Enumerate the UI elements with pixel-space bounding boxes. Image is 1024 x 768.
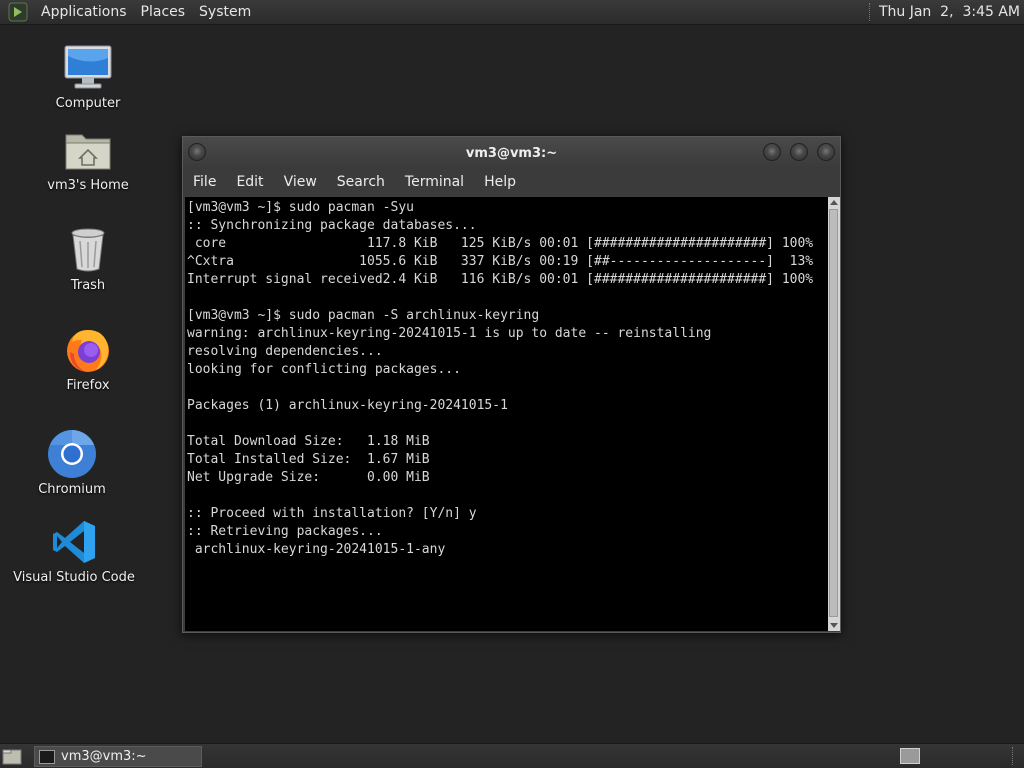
desktop-icon-trash[interactable]: Trash	[48, 226, 128, 293]
desktop-icon-label: Computer	[55, 96, 121, 111]
desktop-icon-vscode[interactable]: Visual Studio Code	[13, 518, 135, 585]
desktop-icon-firefox[interactable]: Firefox	[48, 326, 128, 393]
maximize-button[interactable]	[790, 143, 808, 161]
terminal-window[interactable]: vm3@vm3:~ File Edit View Search Terminal…	[182, 136, 841, 633]
top-panel: Applications Places System Thu Jan 2, 3:…	[0, 0, 1024, 25]
applications-menu[interactable]: Applications	[34, 4, 134, 20]
terminal-line: Net Upgrade Size: 0.00 MiB	[187, 470, 430, 485]
terminal-line: [vm3@vm3 ~]$ sudo pacman -S archlinux-ke…	[187, 308, 540, 323]
menu-file[interactable]: File	[183, 174, 226, 190]
minimize-button[interactable]	[763, 143, 781, 161]
terminal-line: Packages (1) archlinux-keyring-20241015-…	[187, 398, 508, 413]
terminal-scrollbar[interactable]	[828, 197, 840, 631]
terminal-line: Interrupt signal received2.4 KiB 116 KiB…	[187, 272, 814, 287]
firefox-icon	[62, 326, 114, 374]
menu-view[interactable]: View	[274, 174, 327, 190]
scrollbar-thumb[interactable]	[829, 209, 838, 617]
desktop-icon-home[interactable]: vm3's Home	[38, 126, 138, 193]
terminal-menubar: File Edit View Search Terminal Help	[183, 169, 840, 195]
terminal-line: Total Download Size: 1.18 MiB	[187, 434, 430, 449]
scroll-down-arrow-icon[interactable]	[830, 623, 838, 628]
desktop-icon-label: Trash	[70, 278, 106, 293]
terminal-line: :: Retrieving packages...	[187, 524, 383, 539]
scroll-up-arrow-icon[interactable]	[830, 200, 838, 205]
clock[interactable]: Thu Jan 2, 3:45 AM	[879, 4, 1020, 20]
panel-separator	[1012, 747, 1014, 765]
terminal-line: warning: archlinux-keyring-20241015-1 is…	[187, 326, 712, 341]
desktop-icon-label: Visual Studio Code	[13, 570, 135, 585]
terminal-line: Total Installed Size: 1.67 MiB	[187, 452, 430, 467]
terminal-line: ^Cxtra 1055.6 KiB 337 KiB/s 00:19 [##---…	[187, 254, 814, 269]
menu-terminal[interactable]: Terminal	[395, 174, 474, 190]
terminal-line: looking for conflicting packages...	[187, 362, 461, 377]
terminal-title: vm3@vm3:~	[465, 145, 558, 161]
desktop-icon-chromium[interactable]: Chromium	[32, 430, 112, 497]
computer-icon	[62, 44, 114, 92]
vscode-icon	[48, 518, 100, 566]
places-menu[interactable]: Places	[134, 4, 193, 20]
terminal-line: :: Proceed with installation? [Y/n] y	[187, 506, 477, 521]
main-menu-icon[interactable]	[8, 2, 28, 22]
desktop-icon-label: Firefox	[66, 378, 110, 393]
menu-edit[interactable]: Edit	[226, 174, 273, 190]
terminal-line: :: Synchronizing package databases...	[187, 218, 477, 233]
taskbar-button-label: vm3@vm3:~	[61, 749, 147, 764]
desktop-icon-label: Chromium	[38, 482, 106, 497]
terminal-icon	[39, 749, 55, 764]
desktop-icon-label: vm3's Home	[47, 178, 129, 193]
terminal-line: core 117.8 KiB 125 KiB/s 00:01 [########…	[187, 236, 814, 251]
window-menu-button[interactable]	[188, 143, 206, 161]
panel-separator	[868, 3, 871, 21]
home-folder-icon	[62, 126, 114, 174]
terminal-line: archlinux-keyring-20241015-1-any	[187, 542, 446, 557]
show-desktop-icon[interactable]	[2, 747, 22, 766]
terminal-titlebar[interactable]: vm3@vm3:~	[183, 137, 840, 169]
close-button[interactable]	[817, 143, 835, 161]
system-menu[interactable]: System	[192, 4, 258, 20]
workspace-switcher[interactable]	[900, 748, 920, 764]
terminal-line: resolving dependencies...	[187, 344, 383, 359]
desktop-icon-computer[interactable]: Computer	[48, 44, 128, 111]
menu-help[interactable]: Help	[474, 174, 526, 190]
terminal-output[interactable]: [vm3@vm3 ~]$ sudo pacman -Syu:: Synchron…	[185, 197, 828, 631]
menu-search[interactable]: Search	[327, 174, 395, 190]
bottom-panel: vm3@vm3:~	[0, 743, 1024, 768]
taskbar-terminal-button[interactable]: vm3@vm3:~	[34, 746, 202, 767]
terminal-line: [vm3@vm3 ~]$ sudo pacman -Syu	[187, 200, 414, 215]
trash-icon	[62, 226, 114, 274]
chromium-icon	[46, 430, 98, 478]
